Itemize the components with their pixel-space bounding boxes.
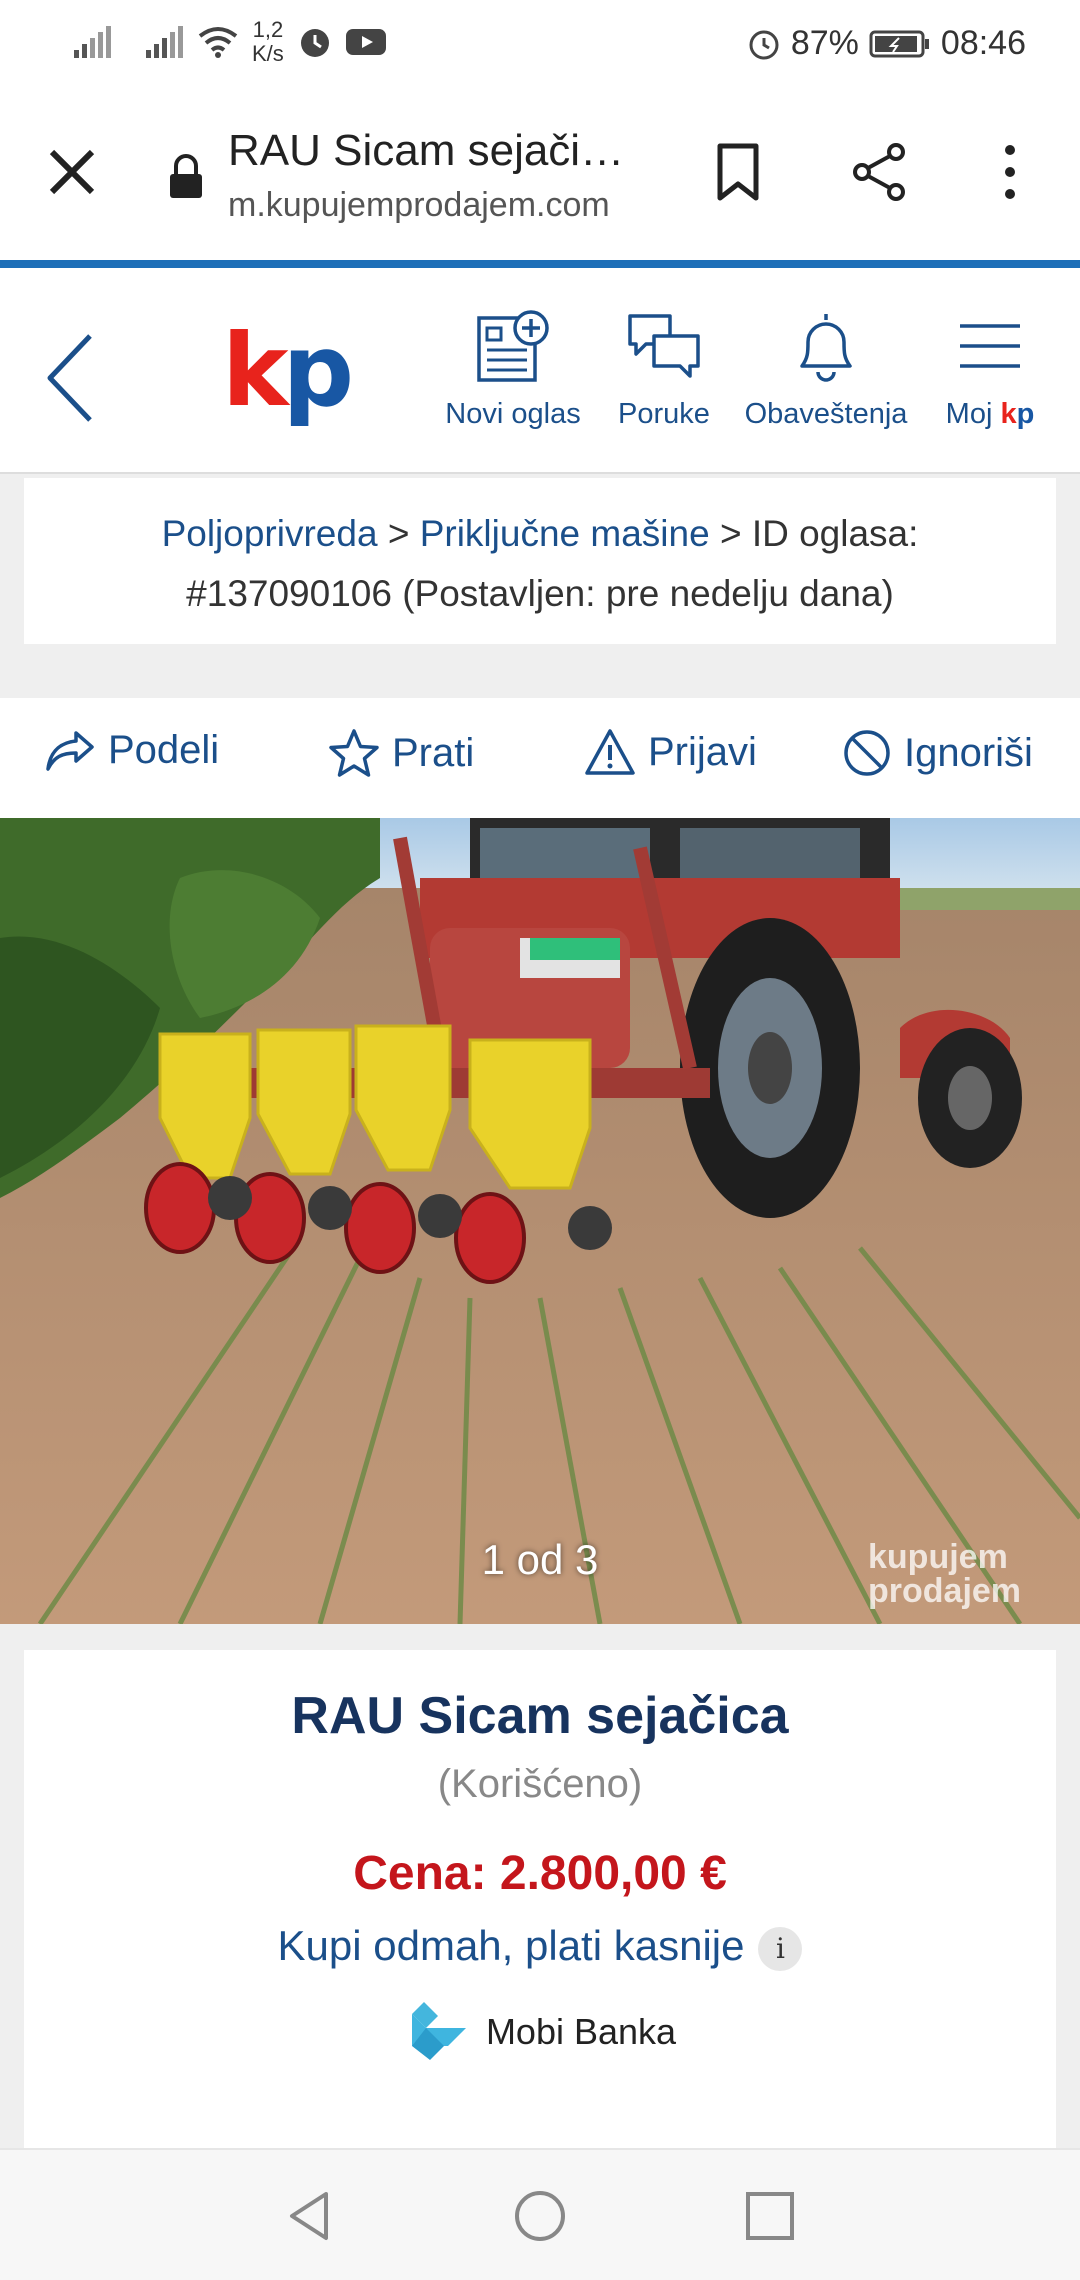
page-title: RAU Sicam sejači… — [228, 126, 625, 175]
breadcrumb-subcategory[interactable]: Priključne mašine — [420, 513, 710, 554]
battery-percent: 87% — [790, 24, 859, 62]
mobi-banka-logo[interactable]: Mobi Banka — [24, 2002, 1056, 2062]
watermark-line1: kupujem — [868, 1538, 1008, 1576]
ad-id-label: ID oglasa: — [751, 513, 919, 554]
ad-actions: Podeli Prati Prijavi Ignoriši — [0, 698, 1080, 818]
nav-notifications[interactable]: Obaveštenja — [740, 308, 912, 431]
progress-line — [0, 260, 1080, 268]
nav-my-kp-p: p — [1016, 398, 1035, 430]
signal-icon — [146, 26, 183, 58]
ignore-label: Ignoriši — [904, 730, 1033, 775]
share-label: Podeli — [108, 728, 220, 772]
network-speed-unit: K/s — [252, 41, 284, 66]
report-button[interactable]: Prijavi — [584, 728, 757, 776]
browser-toolbar: RAU Sicam sejači… m.kupujemprodajem.com — [0, 90, 1080, 260]
page-url[interactable]: m.kupujemprodajem.com — [228, 186, 610, 225]
clock: 08:46 — [940, 24, 1026, 62]
menu-icon — [960, 324, 1020, 368]
nav-new-ad-label: Novi oglas — [445, 398, 581, 430]
messages-icon — [628, 314, 700, 378]
ad-photo-image — [0, 818, 1080, 1624]
network-speed-value: 1,2 — [252, 17, 284, 42]
nav-new-ad[interactable]: Novi oglas — [438, 308, 588, 431]
signal-icon — [74, 26, 111, 58]
site-header: kp Novi oglas Poruke Obaveštenja Moj kp — [0, 268, 1080, 474]
follow-label: Prati — [392, 730, 475, 775]
warning-icon — [585, 729, 635, 775]
alarm-icon — [300, 29, 329, 57]
product-price: Cena: 2.800,00 € — [353, 1847, 727, 1900]
follow-button[interactable]: Prati — [328, 728, 474, 778]
back-chevron-icon[interactable] — [40, 328, 104, 428]
watermark-line2: prodajem — [868, 1572, 1022, 1610]
breadcrumb-separator: > — [387, 513, 410, 554]
breadcrumb-category[interactable]: Poljoprivreda — [162, 513, 378, 554]
page: 1,2 K/s 87% 08:46 RAU Sicam sejači… m.ku… — [0, 0, 1080, 2280]
nav-messages-label: Poruke — [618, 398, 710, 430]
logo-p: p — [282, 312, 355, 429]
share-arrow-icon — [46, 730, 94, 771]
alarm-icon — [749, 30, 779, 59]
system-navigation-bar — [0, 2148, 1080, 2280]
battery-icon — [869, 30, 929, 57]
product-name: RAU Sicam sejačica — [291, 1687, 789, 1745]
buy-now-pay-later-label: Kupi odmah, plati kasnije — [277, 1922, 745, 1969]
nav-my-kp-k: k — [1000, 398, 1017, 430]
product-condition: (Korišćeno) — [437, 1762, 643, 1806]
share-button[interactable]: Podeli — [44, 728, 219, 773]
breadcrumb-separator: > — [719, 513, 742, 554]
status-left: 1,2 K/s — [72, 18, 386, 66]
mobi-banka-label: Mobi Banka — [485, 2011, 677, 2052]
nav-my-kp-label: Moj kp — [946, 398, 1035, 430]
block-icon — [844, 730, 890, 776]
kp-logo[interactable]: kp — [222, 312, 355, 429]
nav-my-kp[interactable]: Moj kp — [930, 308, 1050, 431]
ignore-button[interactable]: Ignoriši — [842, 728, 1033, 778]
product-card: RAU Sicam sejačica (Korišćeno) Cena: 2.8… — [24, 1650, 1056, 2150]
ad-photo[interactable] — [0, 818, 1080, 1624]
bell-icon — [800, 314, 852, 382]
star-icon — [329, 729, 379, 777]
bookmark-icon[interactable] — [710, 140, 766, 204]
breadcrumb: Poljoprivreda > Priključne mašine > ID o… — [24, 478, 1056, 644]
close-tab-icon[interactable] — [40, 140, 104, 204]
report-label: Prijavi — [648, 729, 757, 774]
logo-k: k — [222, 312, 288, 429]
network-speed: 1,2 K/s — [252, 18, 284, 66]
ad-id-value: #137090106 (Postavljen: pre nedelju dana… — [186, 573, 894, 614]
home-circle-icon[interactable] — [512, 2188, 568, 2244]
wifi-icon — [198, 27, 238, 58]
back-triangle-icon[interactable] — [282, 2188, 338, 2244]
new-ad-icon — [477, 310, 549, 382]
share-icon[interactable] — [848, 140, 912, 204]
nav-messages[interactable]: Poruke — [610, 308, 718, 431]
watermark: kupujem prodajem — [868, 1540, 1021, 1608]
status-right: 87% 08:46 — [747, 24, 1026, 63]
youtube-icon — [345, 29, 386, 55]
nav-notifications-label: Obaveštenja — [744, 398, 908, 430]
recents-square-icon[interactable] — [742, 2188, 798, 2244]
info-icon[interactable]: i — [758, 1926, 803, 1971]
nav-my-label-text: Moj — [945, 398, 1001, 430]
mobi-banka-icon — [411, 2002, 466, 2060]
buy-now-pay-later[interactable]: Kupi odmah, plati kasnije i — [24, 1922, 1056, 1971]
status-bar: 1,2 K/s 87% 08:46 — [0, 0, 1080, 90]
more-options-icon[interactable] — [994, 140, 1026, 204]
lock-icon — [170, 154, 202, 198]
